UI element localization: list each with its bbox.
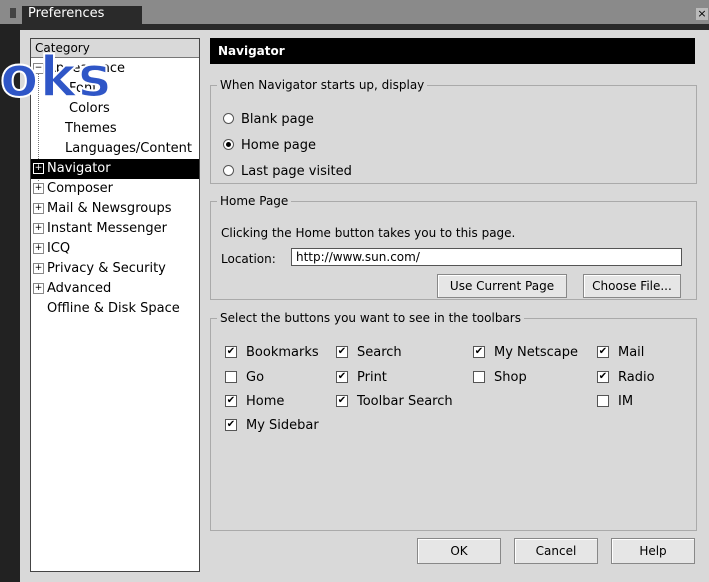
tree-item-label: Mail & Newsgroups bbox=[47, 201, 172, 216]
checkbox-radio[interactable]: ✔ Radio bbox=[597, 368, 655, 388]
title-bar[interactable]: Preferences × bbox=[0, 0, 709, 24]
category-tree[interactable]: Category − Appearance Fonts Colors Themes… bbox=[30, 38, 200, 572]
window-title: Preferences bbox=[28, 6, 105, 21]
radio-label: Blank page bbox=[241, 112, 314, 127]
check-icon[interactable]: ✔ bbox=[597, 370, 609, 383]
checkbox-label: Toolbar Search bbox=[357, 394, 453, 409]
check-icon[interactable]: ✔ bbox=[336, 370, 348, 383]
radio-label: Last page visited bbox=[241, 164, 352, 179]
tree-item-mail[interactable]: + Mail & Newsgroups bbox=[31, 199, 171, 219]
expand-icon[interactable]: + bbox=[33, 223, 44, 234]
tree-item-icq[interactable]: + ICQ bbox=[31, 239, 70, 259]
radio-label: Home page bbox=[241, 138, 316, 153]
use-current-page-button[interactable]: Use Current Page bbox=[437, 274, 567, 298]
checkbox-toolbar-search[interactable]: ✔ Toolbar Search bbox=[336, 392, 453, 412]
startup-legend: When Navigator starts up, display bbox=[220, 78, 425, 92]
ok-button[interactable]: OK bbox=[417, 538, 501, 564]
expand-icon[interactable]: + bbox=[33, 243, 44, 254]
checkbox-label: Bookmarks bbox=[246, 345, 319, 360]
tree-item-label: Offline & Disk Space bbox=[47, 301, 180, 316]
tree-item-instant-messenger[interactable]: + Instant Messenger bbox=[31, 219, 167, 239]
tree-item-privacy[interactable]: + Privacy & Security bbox=[31, 259, 166, 279]
tree-item-label: Advanced bbox=[47, 281, 112, 296]
tree-item-composer[interactable]: + Composer bbox=[31, 179, 113, 199]
tree-item-label: Languages/Content bbox=[65, 141, 193, 156]
checkbox-shop[interactable]: Shop bbox=[473, 368, 527, 388]
checkbox-mail[interactable]: ✔ Mail bbox=[597, 343, 644, 363]
homepage-description: Clicking the Home button takes you to th… bbox=[221, 226, 516, 240]
checkbox-label: My Sidebar bbox=[246, 418, 319, 433]
checkbox-print[interactable]: ✔ Print bbox=[336, 368, 387, 388]
checkbox-label: Search bbox=[357, 345, 402, 360]
expand-icon[interactable]: + bbox=[33, 283, 44, 294]
tree-item-label: Themes bbox=[65, 121, 117, 136]
check-icon[interactable]: ✔ bbox=[225, 345, 237, 358]
checkbox-label: Go bbox=[246, 370, 265, 385]
checkbox-box[interactable] bbox=[225, 370, 237, 383]
startup-group: When Navigator starts up, display Blank … bbox=[210, 78, 697, 184]
help-button[interactable]: Help bbox=[611, 538, 695, 564]
expand-icon[interactable]: + bbox=[33, 183, 44, 194]
tree-item-advanced[interactable]: + Advanced bbox=[31, 279, 111, 299]
radio-button[interactable] bbox=[223, 165, 234, 176]
check-icon[interactable]: ✔ bbox=[225, 418, 237, 431]
toolbars-group: Select the buttons you want to see in th… bbox=[210, 311, 697, 531]
location-label: Location: bbox=[221, 252, 276, 266]
check-icon[interactable]: ✔ bbox=[225, 394, 237, 407]
radio-button[interactable] bbox=[223, 139, 234, 150]
tree-item-label: ICQ bbox=[47, 241, 71, 256]
radio-last-page[interactable]: Last page visited bbox=[223, 162, 352, 182]
location-input[interactable] bbox=[291, 248, 682, 266]
wallpaper-text: oks bbox=[0, 45, 113, 110]
tree-item-offline[interactable]: Offline & Disk Space bbox=[47, 299, 180, 319]
checkbox-label: IM bbox=[618, 394, 634, 409]
check-icon[interactable]: ✔ bbox=[336, 394, 348, 407]
tree-item-label: Instant Messenger bbox=[47, 221, 167, 236]
radio-home-page[interactable]: Home page bbox=[223, 136, 316, 156]
checkbox-label: Shop bbox=[494, 370, 527, 385]
checkbox-box[interactable] bbox=[473, 370, 485, 383]
check-icon[interactable]: ✔ bbox=[336, 345, 348, 358]
checkbox-label: My Netscape bbox=[494, 345, 578, 360]
checkbox-label: Mail bbox=[618, 345, 645, 360]
tree-item-languages[interactable]: Languages/Content bbox=[65, 139, 192, 159]
checkbox-search[interactable]: ✔ Search bbox=[336, 343, 402, 363]
cancel-button[interactable]: Cancel bbox=[514, 538, 598, 564]
tree-item-label: Privacy & Security bbox=[47, 261, 166, 276]
checkbox-go[interactable]: Go bbox=[225, 368, 264, 388]
checkbox-label: Home bbox=[246, 394, 285, 409]
checkbox-home[interactable]: ✔ Home bbox=[225, 392, 284, 412]
check-icon[interactable]: ✔ bbox=[597, 345, 609, 358]
checkbox-box[interactable] bbox=[597, 394, 609, 407]
toolbars-legend: Select the buttons you want to see in th… bbox=[220, 311, 521, 325]
checkbox-label: Radio bbox=[618, 370, 655, 385]
radio-button[interactable] bbox=[223, 113, 234, 124]
tree-item-themes[interactable]: Themes bbox=[65, 119, 117, 139]
window-menu-icon[interactable] bbox=[10, 8, 16, 18]
homepage-legend: Home Page bbox=[220, 194, 289, 208]
page-title: Navigator bbox=[210, 38, 695, 64]
choose-file-button[interactable]: Choose File... bbox=[583, 274, 681, 298]
expand-icon[interactable]: + bbox=[33, 203, 44, 214]
check-icon[interactable]: ✔ bbox=[473, 345, 485, 358]
homepage-group: Home Page Clicking the Home button takes… bbox=[210, 194, 697, 300]
expand-icon[interactable]: + bbox=[33, 263, 44, 274]
tree-item-navigator[interactable]: + Navigator bbox=[31, 159, 199, 179]
radio-blank-page[interactable]: Blank page bbox=[223, 110, 314, 130]
checkbox-label: Print bbox=[357, 370, 387, 385]
checkbox-my-netscape[interactable]: ✔ My Netscape bbox=[473, 343, 578, 363]
close-icon[interactable]: × bbox=[696, 8, 708, 20]
checkbox-im[interactable]: IM bbox=[597, 392, 633, 412]
tree-item-label: Composer bbox=[47, 181, 114, 196]
tree-item-label: Navigator bbox=[47, 161, 111, 176]
checkbox-bookmarks[interactable]: ✔ Bookmarks bbox=[225, 343, 319, 363]
expand-icon[interactable]: + bbox=[33, 163, 44, 174]
checkbox-my-sidebar[interactable]: ✔ My Sidebar bbox=[225, 416, 319, 436]
